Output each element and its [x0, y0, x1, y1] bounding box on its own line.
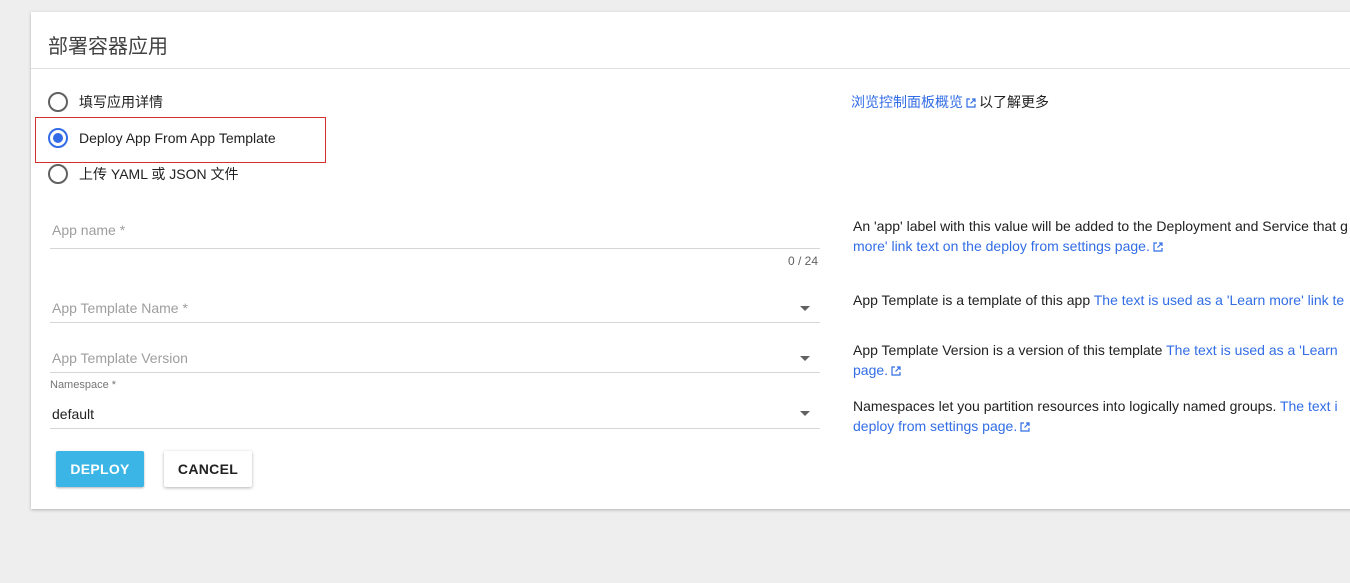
app-name-field[interactable]: App name * 0 / 24 [50, 217, 820, 277]
namespace-select[interactable]: Namespace * default [50, 379, 820, 429]
external-link-icon [1020, 422, 1030, 432]
input-underline [50, 248, 820, 249]
namespace-help-text: Namespaces let you partition resources i… [853, 398, 1280, 414]
cancel-button[interactable]: CANCEL [164, 451, 252, 487]
namespace-value: default [52, 406, 95, 422]
overview-link-row: 浏览控制面板概览 以了解更多 [851, 92, 1049, 112]
dropdown-arrow-icon [800, 306, 810, 311]
app-template-name-help: App Template is a template of this app T… [853, 290, 1344, 310]
input-underline [50, 428, 820, 429]
external-link-icon [1153, 242, 1163, 252]
dropdown-arrow-icon [800, 411, 810, 416]
input-underline [50, 322, 820, 323]
radio-option-fill-details[interactable]: 填写应用详情 [48, 90, 163, 114]
deploy-dialog-card: 部署容器应用 填写应用详情 Deploy App From App Templa… [31, 12, 1350, 509]
radio-button[interactable] [48, 92, 68, 112]
radio-label: 上传 YAML 或 JSON 文件 [79, 166, 239, 182]
app-template-version-placeholder: App Template Version [52, 350, 188, 366]
deploy-button[interactable]: DEPLOY [56, 451, 144, 487]
app-name-help-text: An 'app' label with this value will be a… [853, 218, 1348, 234]
page-title: 部署容器应用 [48, 36, 168, 58]
title-divider [31, 68, 1350, 69]
app-template-version-select[interactable]: App Template Version [50, 345, 820, 373]
namespace-label: Namespace * [50, 379, 117, 391]
learn-more-link[interactable]: The text is used as a 'Learn more' link … [1094, 292, 1344, 308]
app-template-name-help-text: App Template is a template of this app [853, 292, 1094, 308]
input-underline [50, 372, 820, 373]
learn-more-link[interactable]: The text i [1280, 398, 1338, 414]
learn-more-link[interactable]: more' link text on the deploy from setti… [853, 238, 1150, 254]
dropdown-arrow-icon [800, 356, 810, 361]
char-counter: 0 / 24 [787, 254, 818, 268]
learn-more-link-continued[interactable]: deploy from settings page. [853, 418, 1017, 434]
external-link-icon [966, 98, 976, 108]
learn-more-link[interactable]: The text is used as a 'Learn [1166, 342, 1338, 358]
radio-label: 填写应用详情 [79, 94, 163, 110]
learn-more-link-continued[interactable]: page. [853, 362, 888, 378]
selection-highlight-box [35, 117, 326, 163]
app-template-version-help: App Template Version is a version of thi… [853, 340, 1338, 380]
radio-option-upload-file[interactable]: 上传 YAML 或 JSON 文件 [48, 162, 238, 186]
external-link-icon [891, 366, 901, 376]
dashboard-overview-link[interactable]: 浏览控制面板概览 [851, 94, 963, 110]
app-template-name-select[interactable]: App Template Name * [50, 295, 820, 323]
radio-button[interactable] [48, 164, 68, 184]
app-template-version-help-text: App Template Version is a version of thi… [853, 342, 1167, 358]
overview-link-suffix: 以了解更多 [979, 94, 1049, 110]
app-name-help: An 'app' label with this value will be a… [853, 216, 1348, 256]
app-template-name-placeholder: App Template Name * [52, 300, 188, 316]
namespace-help: Namespaces let you partition resources i… [853, 396, 1338, 436]
app-name-placeholder: App name * [52, 222, 126, 238]
